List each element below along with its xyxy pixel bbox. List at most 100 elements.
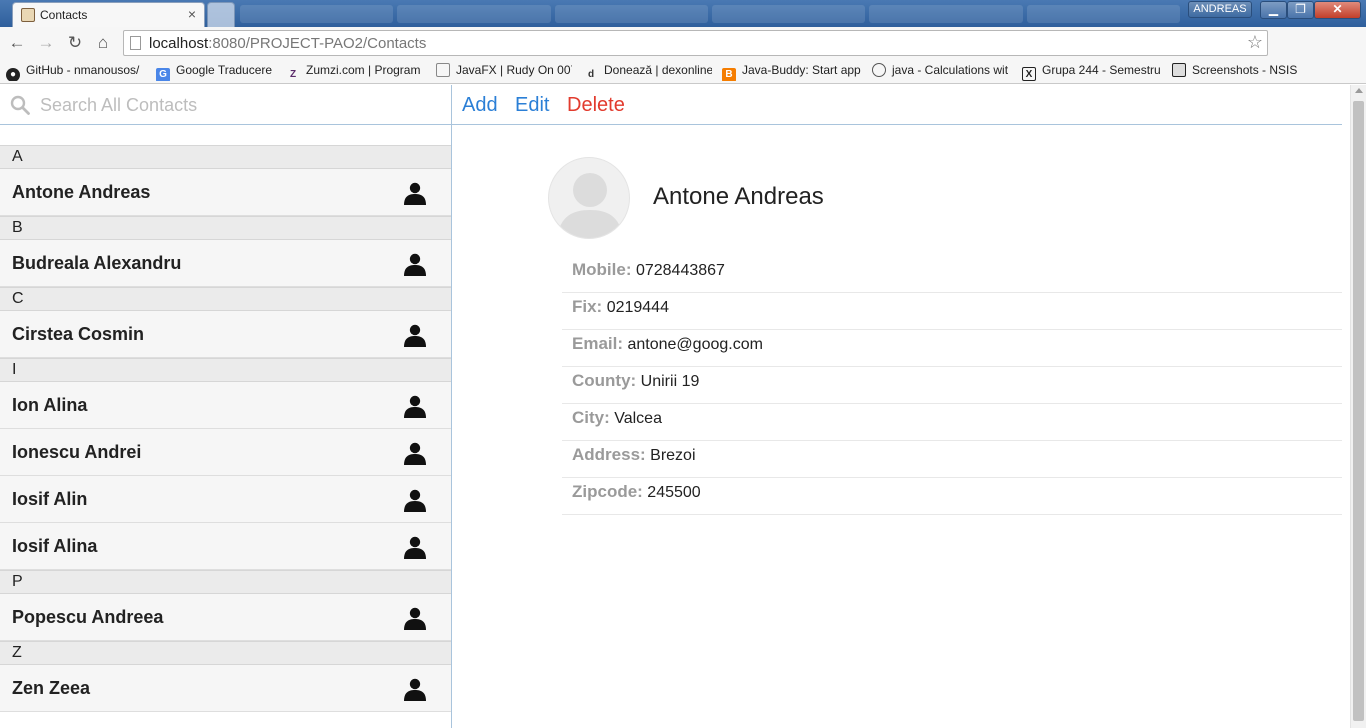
section-header-a: A [0, 145, 451, 169]
bookmark-google-traducere[interactable]: G Google Traducere [156, 63, 276, 81]
contact-row-cirstea-cosmin[interactable]: Cirstea Cosmin [0, 311, 451, 358]
new-tab-button[interactable] [207, 2, 235, 27]
edit-contact-button[interactable]: Edit [515, 94, 549, 117]
field-county: County: Unirii 19 [562, 367, 1342, 404]
field-value: 245500 [647, 484, 701, 501]
contact-row-popescu-andreea[interactable]: Popescu Andreea [0, 594, 451, 641]
contact-row-zen-zeea[interactable]: Zen Zeea [0, 665, 451, 712]
field-value: Brezoi [650, 447, 696, 464]
contact-name: Ion Alina [12, 395, 88, 415]
bookmark-javafx[interactable]: JavaFX | Rudy On 007 [436, 63, 572, 81]
page-icon [130, 36, 141, 50]
address-bar-url[interactable]: localhost:8080/PROJECT-PAO2/Contacts [149, 35, 426, 52]
google-translate-icon: G [156, 68, 170, 81]
tab-title: Contacts [40, 8, 88, 22]
contact-row-ion-alina[interactable]: Ion Alina [0, 382, 451, 429]
person-icon [404, 489, 426, 512]
bookmark-grupa-244[interactable]: X Grupa 244 - Semestru [1022, 63, 1162, 81]
scrollbar-thumb[interactable] [1353, 101, 1364, 721]
bookmark-java-calculations[interactable]: java - Calculations wit [872, 63, 1012, 81]
tab-close-icon[interactable]: × [188, 6, 196, 22]
github-icon: ● [6, 68, 20, 81]
field-email: Email: antone@goog.com [562, 330, 1342, 367]
scroll-up-arrow-icon[interactable] [1355, 88, 1363, 93]
background-window-tabs [240, 5, 1180, 23]
globe-icon [872, 63, 886, 77]
contact-row-antone-andreas[interactable]: Antone Andreas [0, 169, 451, 216]
field-value: 0219444 [606, 299, 669, 316]
search-bar [0, 85, 451, 125]
maximize-window-button[interactable]: ❐ [1287, 1, 1314, 19]
contacts-app: A Antone Andreas B Budreala Alexandru C … [0, 85, 1366, 728]
vertical-scrollbar[interactable] [1350, 85, 1366, 728]
profile-badge[interactable]: ANDREAS [1188, 1, 1252, 18]
section-header-i: I [0, 358, 451, 382]
contact-name: Popescu Andreea [12, 607, 164, 627]
close-window-button[interactable]: ✕ [1314, 1, 1361, 19]
bookmark-screenshots-nsis[interactable]: Screenshots - NSIS [1172, 63, 1302, 81]
delete-contact-button[interactable]: Delete [567, 94, 625, 117]
bookmark-star-icon[interactable]: ☆ [1247, 32, 1263, 53]
section-header-c: C [0, 287, 451, 311]
action-toolbar: Add Edit Delete [452, 85, 1342, 125]
field-fix: Fix: 0219444 [562, 293, 1342, 330]
field-value: antone@goog.com [627, 336, 763, 353]
contact-name: Iosif Alin [12, 489, 88, 509]
zumzi-icon: Z [289, 69, 297, 80]
add-contact-button[interactable]: Add [462, 94, 498, 117]
field-mobile: Mobile: 0728443867 [562, 256, 1342, 293]
contact-row-ionescu-andrei[interactable]: Ionescu Andrei [0, 429, 451, 476]
contact-row-iosif-alin[interactable]: Iosif Alin [0, 476, 451, 523]
forward-arrow-icon[interactable]: → [36, 33, 56, 53]
section-header-b: B [0, 216, 451, 240]
bookmark-dexonline[interactable]: d Donează | dexonline [584, 63, 712, 81]
contact-name: Budreala Alexandru [12, 253, 182, 273]
x-icon: X [1022, 67, 1036, 81]
contact-fields: Mobile: 0728443867 Fix: 0219444 Email: a… [562, 256, 1342, 515]
person-icon [404, 182, 426, 205]
address-bar[interactable]: localhost:8080/PROJECT-PAO2/Contacts ☆ [123, 30, 1268, 56]
person-icon [404, 678, 426, 701]
field-value: Unirii 19 [640, 373, 700, 390]
field-zipcode: Zipcode: 245500 [562, 478, 1342, 515]
page-icon [436, 63, 450, 77]
field-value: Valcea [614, 410, 662, 427]
search-icon [10, 95, 30, 115]
bookmark-github[interactable]: ● GitHub - nmanousos/ [6, 63, 146, 81]
nsis-icon [1172, 63, 1186, 77]
person-icon [404, 253, 426, 276]
contact-name: Iosif Alina [12, 536, 98, 556]
contact-row-iosif-alina[interactable]: Iosif Alina [0, 523, 451, 570]
person-icon [404, 607, 426, 630]
field-value: 0728443867 [635, 262, 725, 279]
home-icon[interactable]: ⌂ [93, 33, 113, 53]
dexonline-icon: d [587, 69, 595, 80]
contact-row-budreala-alexandru[interactable]: Budreala Alexandru [0, 240, 451, 287]
person-icon [404, 536, 426, 559]
search-input[interactable] [40, 93, 420, 117]
section-header-z: Z [0, 641, 451, 665]
contact-name: Cirstea Cosmin [12, 324, 145, 344]
contact-list: A Antone Andreas B Budreala Alexandru C … [0, 145, 451, 712]
contact-name: Antone Andreas [12, 182, 151, 202]
favicon-icon [21, 8, 35, 22]
person-icon [404, 442, 426, 465]
contact-name: Ionescu Andrei [12, 442, 142, 462]
person-silhouette-icon [557, 173, 623, 238]
reload-icon[interactable]: ↻ [65, 33, 85, 53]
contact-full-name: Antone Andreas [653, 183, 824, 210]
blogger-icon: B [722, 68, 736, 81]
minimize-window-button[interactable]: ▁ [1260, 1, 1287, 19]
field-address: Address: Brezoi [562, 441, 1342, 478]
bookmarks-bar: ● GitHub - nmanousos/ G Google Traducere Z… [0, 59, 1366, 84]
bookmark-java-buddy[interactable]: B Java-Buddy: Start app [722, 63, 862, 81]
back-arrow-icon[interactable]: ← [7, 33, 27, 53]
contacts-sidebar: A Antone Andreas B Budreala Alexandru C … [0, 85, 452, 728]
browser-toolbar: ← → ↻ ⌂ localhost:8080/PROJECT-PAO2/Cont… [0, 27, 1366, 80]
field-city: City: Valcea [562, 404, 1342, 441]
person-icon [404, 395, 426, 418]
bookmark-zumzi[interactable]: Z Zumzi.com | Program [286, 63, 424, 81]
browser-tab-contacts[interactable]: Contacts × [12, 2, 205, 27]
browser-title-bar: Contacts × ANDREAS ▁ ❐ ✕ [0, 0, 1366, 27]
person-icon [404, 324, 426, 347]
